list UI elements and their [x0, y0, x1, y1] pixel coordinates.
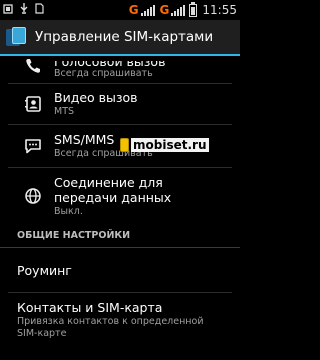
globe-icon — [24, 187, 42, 205]
message-icon — [24, 137, 42, 155]
action-bar: Управление SIM-картами — [0, 20, 240, 56]
item-title: Голосовой вызов — [54, 61, 240, 67]
storage-icon — [35, 3, 44, 17]
list-item-voice-call[interactable]: Голосовой вызов Всегда спрашивать — [0, 58, 240, 83]
battery-icon — [189, 1, 198, 17]
clock: 11:55 — [202, 3, 237, 17]
item-subtitle: Всегда спрашивать — [54, 68, 153, 79]
network-type-1: G — [128, 3, 139, 17]
video-contact-icon — [24, 95, 42, 113]
item-subtitle: Выкл. — [54, 205, 83, 217]
signal-icon-1 — [140, 4, 155, 16]
phone-icon — [24, 57, 42, 75]
item-subtitle: Привязка контактов к определенной SIM-ка… — [17, 316, 204, 339]
signal-icon-2 — [171, 4, 186, 16]
item-title: Роуминг — [17, 262, 72, 278]
list-item-contacts-sim[interactable]: Контакты и SIM-карта Привязка контактов … — [0, 293, 240, 345]
status-bar: G G 11:55 — [0, 0, 240, 20]
usb-icon — [19, 3, 29, 17]
section-header-general: ОБЩИЕ НАСТРОЙКИ — [0, 224, 240, 248]
list-item-video-call[interactable]: Видео вызов MTS — [0, 84, 240, 124]
watermark: mobiset.ru — [120, 138, 209, 152]
list-item-data-connection[interactable]: Соединение для передачи данных Выкл. — [0, 168, 240, 224]
item-subtitle: MTS — [54, 106, 75, 117]
watermark-phone-icon — [120, 138, 129, 152]
notification-icon — [3, 3, 13, 17]
sim-cards-app-icon[interactable] — [6, 27, 28, 47]
item-title: Видео вызов — [54, 90, 138, 105]
page-title: Управление SIM-картами — [35, 29, 214, 45]
watermark-text: mobiset.ru — [131, 138, 209, 152]
item-title: Контакты и SIM-карта — [17, 300, 163, 315]
settings-list: Голосовой вызов Всегда спрашивать Видео … — [0, 58, 240, 345]
list-item-roaming[interactable]: Роуминг — [0, 248, 240, 292]
network-type-2: G — [159, 3, 170, 17]
item-title: Соединение для передачи данных — [54, 174, 172, 205]
